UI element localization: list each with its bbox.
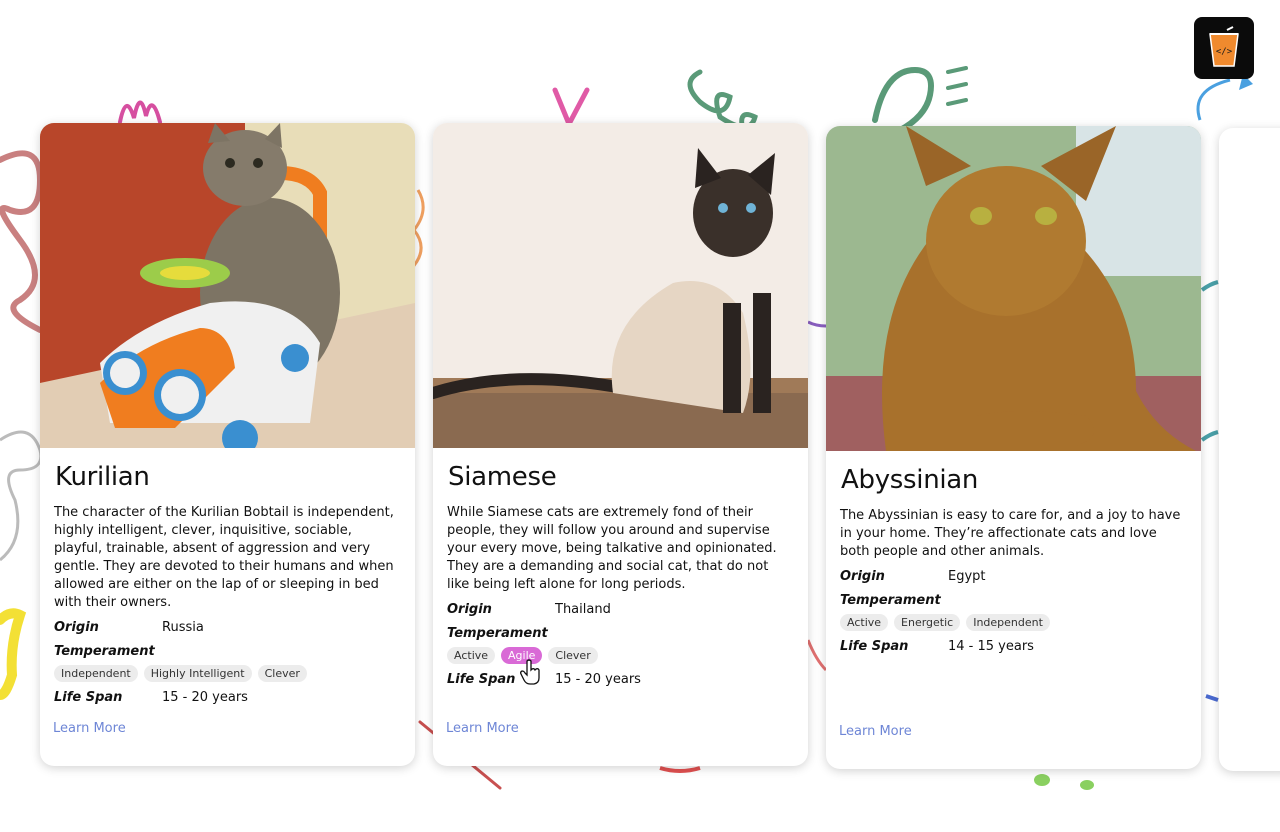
temperament-label: Temperament	[447, 626, 548, 641]
origin-label: Origin	[54, 620, 99, 635]
origin-label: Origin	[840, 569, 885, 584]
cat-photo	[40, 123, 415, 448]
breed-description: While Siamese cats are extremely fond of…	[447, 505, 777, 592]
breed-description: The character of the Kurilian Bobtail is…	[54, 505, 394, 610]
temperament-tag[interactable]: Energetic	[894, 614, 961, 631]
next-card-peek[interactable]	[1219, 128, 1280, 771]
learn-more-link[interactable]: Learn More	[839, 724, 912, 739]
temperament-tags: Active Agile Clever	[447, 647, 794, 664]
breed-name: Abyssinian	[841, 465, 979, 495]
origin-value: Thailand	[555, 602, 611, 617]
origin-label: Origin	[447, 602, 492, 617]
temperament-label: Temperament	[54, 644, 155, 659]
cat-photo	[433, 123, 808, 448]
lifespan-value: 14 - 15 years	[948, 639, 1034, 654]
temperament-tag[interactable]: Active	[447, 647, 496, 664]
learn-more-link[interactable]: Learn More	[53, 721, 126, 736]
lifespan-label: Life Span	[840, 639, 909, 654]
lifespan-value: 15 - 20 years	[162, 690, 248, 705]
app-logo[interactable]: </>	[1194, 17, 1254, 79]
breed-card-siamese: Siamese While Siamese cats are extremely…	[433, 123, 808, 766]
temperament-tag[interactable]: Clever	[257, 665, 307, 682]
learn-more-link[interactable]: Learn More	[446, 721, 519, 736]
breed-card-kurilian: Kurilian The character of the Kurilian B…	[40, 123, 415, 766]
temperament-label: Temperament	[840, 593, 941, 608]
lifespan-value: 15 - 20 years	[555, 672, 641, 687]
temperament-tags: Independent Highly Intelligent Clever	[54, 665, 401, 682]
svg-text:</>: </>	[1216, 47, 1233, 57]
temperament-tag[interactable]: Highly Intelligent	[143, 665, 252, 682]
temperament-tag[interactable]: Clever	[548, 647, 598, 664]
temperament-tag[interactable]: Active	[840, 614, 889, 631]
temperament-tags: Active Energetic Independent	[840, 614, 1187, 631]
breed-description: The Abyssinian is easy to care for, and …	[840, 508, 1181, 559]
breed-card-abyssinian: Abyssinian The Abyssinian is easy to car…	[826, 126, 1201, 769]
temperament-tag[interactable]: Independent	[54, 665, 138, 682]
lifespan-label: Life Span	[54, 690, 123, 705]
breed-name: Kurilian	[55, 462, 150, 492]
origin-value: Egypt	[948, 569, 986, 584]
cat-photo	[826, 126, 1201, 451]
code-cup-icon: </>	[1209, 26, 1239, 67]
origin-value: Russia	[162, 620, 204, 635]
hand-cursor-icon	[520, 659, 540, 685]
breed-name: Siamese	[448, 462, 557, 492]
temperament-tag[interactable]: Independent	[966, 614, 1050, 631]
